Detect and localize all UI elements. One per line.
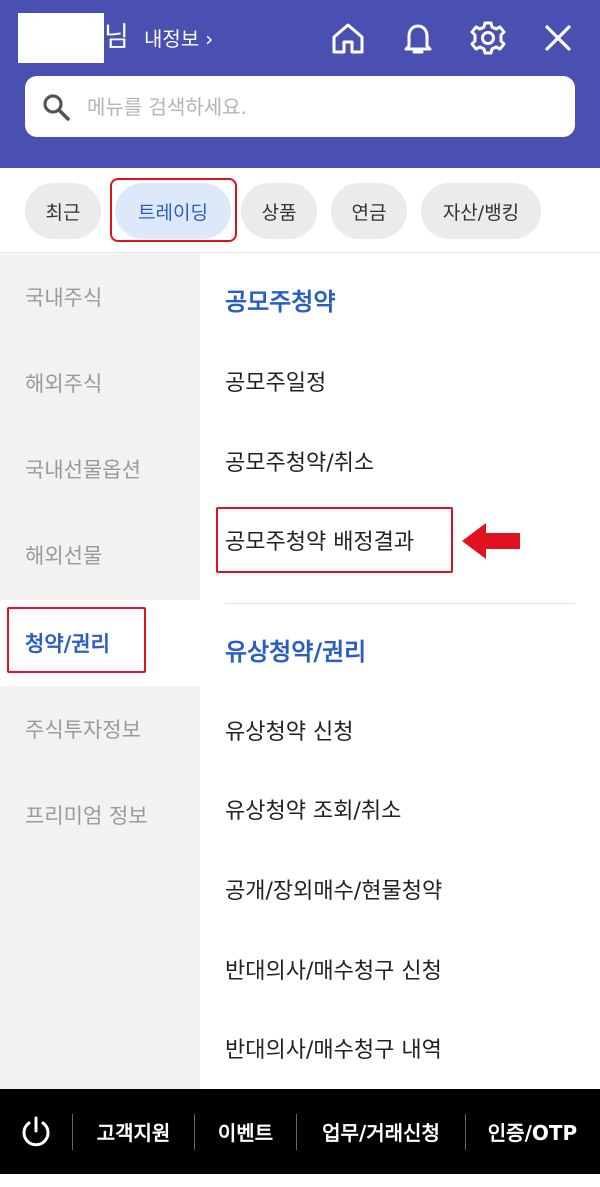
- left-nav-item-subscription-rights[interactable]: 청약/권리: [0, 600, 200, 686]
- header: 님 내정보 ›: [0, 0, 600, 168]
- menu-item-ipo-subscribe-cancel[interactable]: 공모주청약/취소: [225, 445, 374, 477]
- section-title-rights-offering: 유상청약/권리: [225, 638, 367, 666]
- search-input[interactable]: [87, 94, 547, 119]
- menu-item-rights-offering-apply[interactable]: 유상청약 신청: [225, 714, 353, 746]
- section-title-ipo-subscription: 공모주청약: [225, 288, 336, 316]
- red-arrow-left-icon: [462, 523, 520, 559]
- power-icon[interactable]: [0, 1089, 72, 1174]
- bottom-bar-events[interactable]: 이벤트: [195, 1089, 296, 1174]
- menu-item-ipo-schedule[interactable]: 공모주일정: [225, 365, 326, 397]
- home-icon[interactable]: [326, 16, 370, 60]
- bell-icon[interactable]: [396, 16, 440, 60]
- menu-item-appraisal-request-history[interactable]: 반대의사/매수청구 내역: [225, 1032, 442, 1064]
- menu-item-rights-offering-inquiry-cancel[interactable]: 유상청약 조회/취소: [225, 793, 401, 825]
- menu-item-appraisal-request-apply[interactable]: 반대의사/매수청구 신청: [225, 953, 442, 985]
- bottom-bar-customer-support[interactable]: 고객지원: [73, 1089, 194, 1174]
- chevron-right-icon: ›: [205, 27, 214, 51]
- left-nav-item-foreign-futures[interactable]: 해외선물: [0, 512, 200, 598]
- left-nav-item-domestic-futures-options[interactable]: 국내선물옵션: [0, 426, 200, 512]
- user-name-redacted: [18, 13, 104, 63]
- left-nav-item-premium-info[interactable]: 프리미엄 정보: [0, 772, 200, 858]
- bottom-bar-auth-otp[interactable]: 인증/OTP: [466, 1089, 599, 1174]
- gear-icon[interactable]: [466, 16, 510, 60]
- search-field[interactable]: [25, 76, 575, 137]
- section-divider: [225, 603, 575, 604]
- menu-item-ipo-allocation-result[interactable]: 공모주청약 배정결과: [225, 524, 414, 556]
- menu-item-tender-offer[interactable]: 공개/장외매수/현물청약: [225, 873, 442, 905]
- user-name-suffix: 님: [104, 22, 129, 53]
- left-nav-item-foreign-stock[interactable]: 해외주식: [0, 340, 200, 426]
- tab-products[interactable]: 상품: [241, 183, 317, 239]
- tab-pension[interactable]: 연금: [331, 183, 407, 239]
- my-info-link[interactable]: 내정보 ›: [144, 24, 213, 54]
- tab-assets-banking[interactable]: 자산/뱅킹: [421, 183, 541, 239]
- tab-trading[interactable]: 트레이딩: [115, 183, 231, 239]
- left-nav-item-stock-investment-info[interactable]: 주식투자정보: [0, 686, 200, 772]
- bottom-bar-business-requests[interactable]: 업무/거래신청: [297, 1089, 465, 1174]
- left-nav-item-domestic-stock[interactable]: 국내주식: [0, 254, 200, 340]
- left-nav: 국내주식 해외주식 국내선물옵션 해외선물 청약/권리 주식투자정보 프리미엄 …: [0, 254, 200, 1089]
- close-icon[interactable]: [536, 16, 580, 60]
- bottom-bar: 고객지원 이벤트 업무/거래신청 인증/OTP: [0, 1089, 600, 1174]
- my-info-label: 내정보: [144, 27, 200, 51]
- tab-recent[interactable]: 최근: [25, 183, 101, 239]
- bottom-strip: [0, 1174, 600, 1187]
- search-icon: [43, 93, 70, 121]
